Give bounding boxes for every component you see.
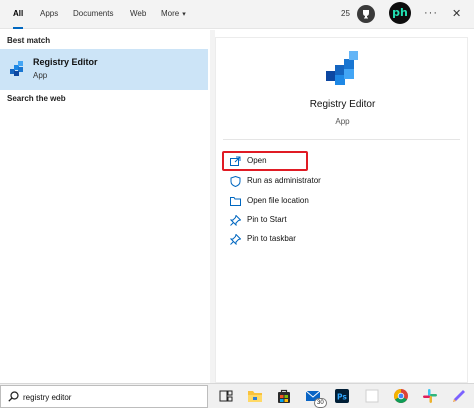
search-filter-bar: All Apps Documents Web More ▾ 25 ph ··· ✕ — [0, 0, 474, 29]
photoshop-icon[interactable]: Ps — [334, 388, 350, 404]
svg-text:Ps: Ps — [337, 393, 347, 402]
taskbar-search-box[interactable] — [0, 385, 208, 408]
pin-icon — [230, 234, 241, 245]
tab-web[interactable]: Web — [130, 0, 146, 29]
tab-all[interactable]: All — [13, 0, 24, 29]
slack-icon[interactable] — [422, 388, 438, 404]
taskbar: 30 Ps — [0, 383, 474, 408]
action-run-as-administrator-label: Run as administrator — [247, 176, 321, 185]
chevron-down-icon: ▾ — [182, 11, 186, 18]
drawing-app-icon[interactable] — [451, 388, 467, 404]
registry-editor-icon — [8, 59, 26, 79]
more-options-icon[interactable]: ··· — [424, 0, 438, 29]
best-match-heading: Best match — [7, 36, 51, 45]
mail-badge: 30 — [314, 398, 327, 408]
preview-divider — [223, 139, 460, 140]
task-view-icon[interactable] — [218, 388, 234, 404]
action-open[interactable]: Open — [230, 154, 400, 170]
action-open-file-location[interactable]: Open file location — [230, 194, 400, 210]
action-pin-to-taskbar[interactable]: Pin to taskbar — [230, 232, 400, 248]
action-pin-to-start-label: Pin to Start — [247, 215, 287, 224]
preview-app-type: App — [335, 117, 350, 126]
results-pane: Best match Registry Editor App Search th… — [0, 30, 210, 383]
app-preview-pane: Registry Editor App Open Run as administ… — [215, 37, 468, 383]
blank-app-icon[interactable] — [364, 388, 380, 404]
action-pin-to-start[interactable]: Pin to Start — [230, 213, 400, 229]
search-input[interactable] — [23, 390, 173, 405]
best-match-name: Registry Editor — [33, 57, 98, 67]
tab-more[interactable]: More ▾ — [161, 0, 186, 29]
open-icon — [230, 156, 241, 166]
search-icon — [8, 391, 19, 402]
action-pin-to-taskbar-label: Pin to taskbar — [247, 234, 296, 243]
best-match-type: App — [33, 71, 48, 80]
chrome-icon[interactable] — [393, 388, 409, 404]
search-web-heading[interactable]: Search the web — [7, 94, 66, 103]
preview-app-name: Registry Editor — [309, 99, 376, 110]
pin-icon — [230, 215, 241, 226]
trophy-icon[interactable] — [357, 5, 375, 23]
action-open-file-location-label: Open file location — [247, 196, 309, 205]
microsoft-store-icon[interactable] — [276, 388, 292, 404]
folder-icon — [230, 197, 241, 206]
rewards-points: 25 — [341, 9, 350, 18]
tab-apps[interactable]: Apps — [40, 0, 58, 29]
action-run-as-administrator[interactable]: Run as administrator — [230, 174, 400, 190]
avatar[interactable]: ph — [389, 2, 411, 24]
file-explorer-icon[interactable] — [247, 388, 263, 404]
registry-editor-icon — [323, 49, 361, 89]
tab-documents[interactable]: Documents — [73, 0, 113, 29]
best-match-result[interactable]: Registry Editor App — [0, 49, 208, 90]
close-icon[interactable]: ✕ — [452, 0, 461, 29]
action-open-label: Open — [247, 156, 267, 165]
shield-icon — [230, 176, 241, 187]
